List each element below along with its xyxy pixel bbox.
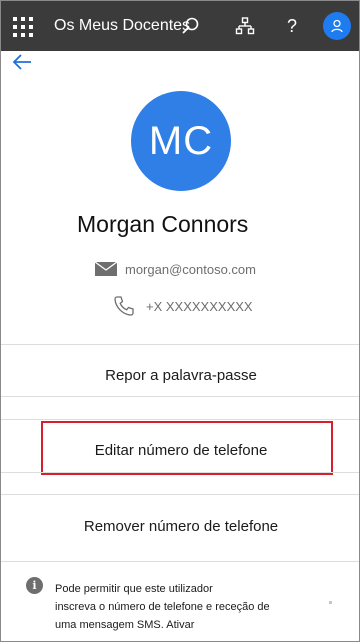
info-line-2: inscreva o número de telefone e receção …	[55, 601, 270, 613]
waffle-icon[interactable]	[11, 15, 33, 37]
mail-icon	[94, 261, 118, 276]
profile-avatar: MC	[131, 91, 231, 191]
reset-password-button[interactable]: Repor a palavra-passe	[1, 359, 359, 393]
phone-icon	[113, 295, 135, 317]
org-chart-icon[interactable]	[233, 14, 257, 38]
info-text: Pode permitir que este utilizador inscre…	[55, 580, 325, 634]
info-line-3[interactable]: uma mensagem SMS. Ativar	[55, 616, 325, 634]
info-line-1: Pode permitir que este utilizador	[55, 583, 213, 595]
highlight-box	[41, 421, 333, 475]
back-arrow-icon[interactable]	[11, 53, 33, 71]
divider	[1, 494, 359, 495]
phone-text: +X XXXXXXXXXX	[146, 299, 253, 314]
email-text: morgan@contoso.com	[125, 262, 256, 277]
divider	[1, 561, 359, 562]
app-title: Os Meus Docentes	[54, 17, 191, 34]
scroll-indicator	[329, 601, 332, 604]
user-avatar-icon[interactable]	[323, 12, 351, 40]
user-name: Morgan Connors	[77, 211, 249, 237]
divider	[1, 344, 359, 345]
info-icon: i	[26, 577, 43, 594]
divider	[1, 472, 359, 473]
phone-row: +X XXXXXXXXXX	[1, 295, 359, 317]
help-icon[interactable]: ?	[280, 14, 304, 38]
remove-phone-button[interactable]: Remover número de telefone	[1, 510, 359, 544]
divider	[1, 419, 359, 420]
top-bar: Os Meus Docentes ?	[1, 1, 359, 51]
app-frame: Os Meus Docentes ? MC Morgan Connors mor…	[0, 0, 360, 642]
email-row: morgan@contoso.com	[1, 260, 359, 280]
search-icon[interactable]	[179, 14, 203, 38]
divider	[1, 396, 359, 397]
